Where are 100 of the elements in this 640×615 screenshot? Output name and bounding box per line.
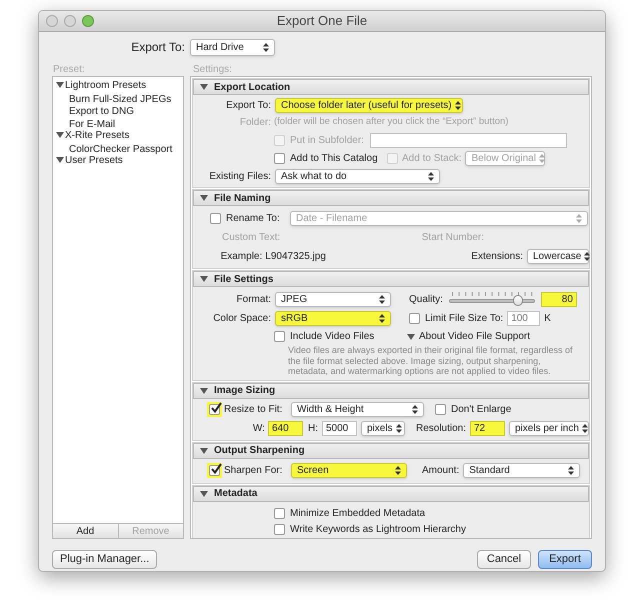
field-label: Existing Files: — [208, 170, 271, 184]
checkbox[interactable] — [272, 506, 287, 521]
section-header[interactable]: File Naming — [193, 190, 589, 206]
dropdown[interactable]: Ask what to do — [275, 168, 440, 184]
field-label: Rename To: — [226, 212, 281, 226]
field-label: Example: — [220, 250, 262, 264]
window-title: Export One File — [276, 12, 368, 30]
section-header[interactable]: Metadata — [193, 486, 589, 502]
updown-arrows-icon — [576, 214, 582, 222]
disclosure-triangle-icon[interactable] — [56, 81, 64, 90]
plugin-manager-button[interactable]: Plug-in Manager... — [52, 550, 158, 568]
input-field[interactable]: 72 — [470, 420, 505, 436]
folder-note: (folder will be chosen after you click the “Export” button) — [274, 115, 508, 130]
field-label: Put in Subfolder: — [290, 134, 364, 148]
updown-arrows-icon — [428, 172, 434, 180]
dialog-button[interactable]: Cancel — [477, 550, 531, 568]
updown-arrows-icon — [379, 294, 385, 304]
disclosure-triangle-icon — [200, 275, 208, 283]
section-header[interactable]: Image Sizing — [193, 382, 589, 398]
section-header[interactable]: Output Sharpening — [193, 442, 589, 458]
input-field[interactable]: 100 — [507, 311, 540, 326]
field-label: Amount: — [422, 464, 460, 478]
disclosure-triangle-icon[interactable] — [56, 156, 64, 164]
help-text: Video files are always exported in their original file format, regardless of the file format selected above. Image sizing, output sharpening, metadata, and watermarking options are not applied to video files. — [288, 345, 574, 376]
list-button[interactable]: Add — [53, 524, 118, 538]
input-field[interactable]: 640 — [268, 420, 303, 436]
minimize-button[interactable] — [64, 15, 76, 27]
checkbox[interactable] — [208, 210, 223, 226]
updown-arrows-icon — [395, 466, 401, 475]
updown-arrows-icon — [263, 42, 269, 52]
checkbox[interactable] — [207, 463, 222, 478]
tree-item[interactable]: Export to DNG — [53, 104, 183, 116]
input-field[interactable] — [370, 132, 567, 148]
input-field[interactable]: 5000 — [322, 420, 357, 436]
field-label: Preset: — [53, 63, 86, 77]
disclosure-triangle-icon — [200, 386, 208, 394]
field-label: Quality: — [409, 292, 443, 306]
field-label: W: — [252, 422, 265, 436]
dropdown[interactable]: Lowercase — [527, 248, 589, 264]
field-label: Sharpen For: — [224, 464, 284, 478]
dialog-button[interactable]: Export — [538, 550, 592, 568]
field-label: Folder: — [238, 116, 271, 130]
updown-arrows-icon — [379, 314, 385, 323]
tree-item[interactable]: Lightroom Presets — [53, 79, 183, 92]
updown-arrows-icon — [568, 466, 574, 475]
slider-thumb[interactable] — [512, 295, 523, 306]
field-label: Export To: — [225, 99, 271, 113]
field-label: Write Keywords as Lightroom Hierarchy — [290, 523, 466, 537]
tree-item[interactable]: ColorChecker Passport — [53, 142, 183, 154]
checkbox[interactable] — [407, 311, 422, 326]
field-label: Start Number: — [422, 231, 484, 245]
checkbox[interactable] — [272, 150, 287, 166]
field-label: Limit File Size To: — [425, 312, 504, 326]
updown-arrows-icon — [584, 252, 590, 260]
unit-label: K — [544, 312, 551, 326]
input-field[interactable]: 80 — [540, 292, 577, 306]
updown-arrows-icon — [582, 424, 588, 432]
tree-item[interactable]: For E-Mail — [53, 116, 183, 129]
field-label: Resolution: — [416, 422, 466, 436]
updown-arrows-icon — [396, 424, 402, 432]
field-label: H: — [308, 422, 318, 436]
disclosure-link[interactable]: About Video File Support — [407, 329, 530, 344]
dropdown[interactable]: Choose folder later (useful for presets) — [275, 98, 463, 113]
field-label: Include Video Files — [290, 330, 376, 344]
tree-item[interactable]: Burn Full-Sized JPEGs — [53, 92, 183, 104]
dropdown[interactable]: Screen — [291, 463, 407, 478]
field-label: Resize to Fit: — [224, 403, 284, 417]
field-label: Add to This Catalog — [290, 152, 379, 166]
dropdown[interactable]: JPEG — [275, 292, 391, 306]
disclosure-triangle-icon — [200, 194, 208, 202]
dropdown[interactable]: sRGB — [275, 311, 391, 326]
updown-arrows-icon — [538, 154, 545, 162]
disclosure-triangle-icon — [200, 83, 208, 91]
checkbox[interactable] — [433, 402, 448, 417]
disclosure-triangle-icon[interactable] — [56, 131, 64, 140]
checkbox[interactable] — [272, 329, 287, 344]
dropdown[interactable]: Standard — [463, 463, 580, 478]
dropdown[interactable]: pixels — [360, 420, 405, 436]
tree-item[interactable]: User Presets — [53, 154, 183, 166]
field-label: Extensions: — [471, 250, 523, 264]
updown-arrows-icon — [454, 101, 461, 110]
close-button[interactable] — [46, 15, 58, 27]
example-filename: L9047325.jpg — [265, 250, 327, 264]
checkbox[interactable] — [272, 522, 287, 537]
dropdown[interactable]: Hard Drive — [190, 38, 275, 56]
dropdown[interactable]: pixels per inch — [509, 420, 589, 436]
field-label: Export To: — [130, 39, 185, 56]
disclosure-triangle-icon[interactable] — [407, 332, 415, 340]
field-label: Custom Text: — [222, 231, 280, 245]
section-header[interactable]: Export Location — [193, 79, 589, 95]
tree-item[interactable]: X-Rite Presets — [53, 129, 183, 142]
section-header[interactable]: File Settings — [193, 271, 589, 287]
updown-arrows-icon — [412, 405, 418, 414]
field-label: Settings: — [193, 63, 232, 77]
field-label: Don't Enlarge — [451, 403, 512, 417]
dropdown[interactable]: Width & Height — [291, 402, 424, 417]
checkbox[interactable] — [207, 402, 222, 417]
zoom-button[interactable] — [82, 15, 94, 27]
field-label: Minimize Embedded Metadata — [290, 507, 426, 521]
field-label: Add to Stack: — [402, 152, 462, 166]
